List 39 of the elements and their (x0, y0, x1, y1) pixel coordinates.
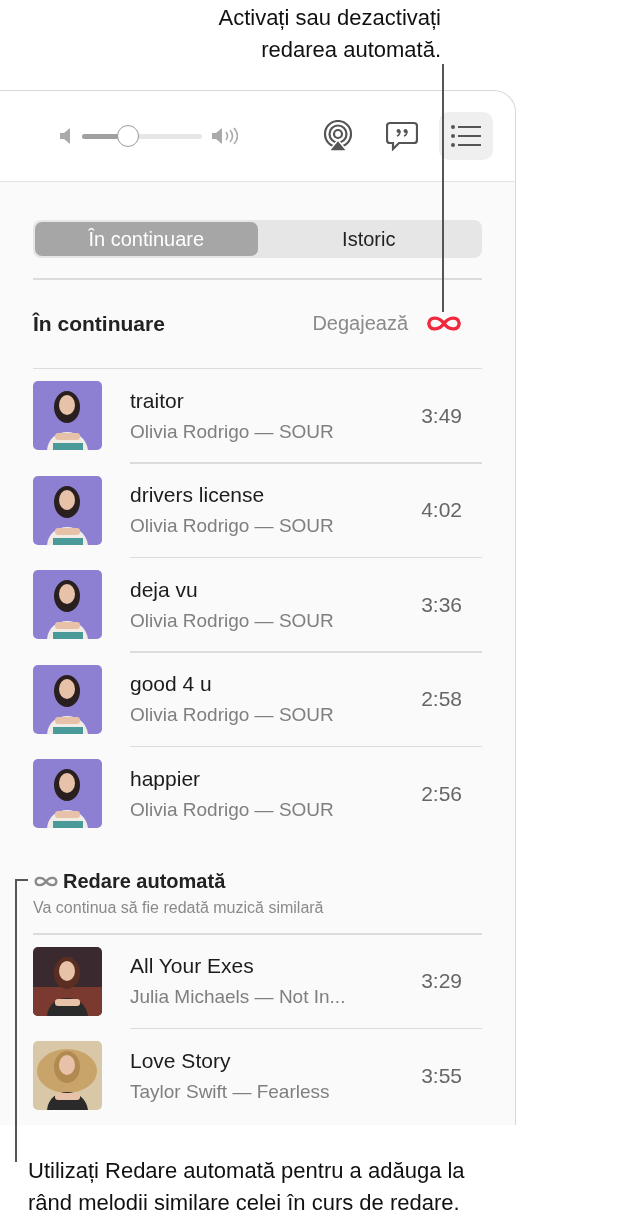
callout-text: Activați sau dezactivați redarea automată. (218, 4, 441, 64)
song-artist-album: Olivia Rodrigo — SOUR (130, 420, 335, 443)
song-duration: 3:55 (421, 1063, 462, 1088)
infinity-icon (33, 875, 59, 888)
song-artist-album: Julia Michaels — Not In... (130, 986, 347, 1008)
song-duration: 3:49 (421, 403, 462, 428)
song-artist-album: Taylor Swift — Fearless (130, 1080, 331, 1103)
song-duration: 3:36 (421, 592, 462, 617)
tab[interactable]: Istoric (257, 222, 480, 256)
speaker-high-icon (212, 127, 238, 145)
song-artist-album: Olivia Rodrigo — SOUR (130, 798, 335, 821)
speaker-low-icon (60, 128, 72, 144)
song-title: All Your Exes (130, 954, 255, 978)
song-title: drivers license (130, 483, 266, 507)
section-title: În continuare (33, 311, 166, 336)
infinity-icon (425, 314, 463, 333)
airplay-icon (322, 120, 354, 152)
list-icon (451, 125, 481, 147)
song-title: Love Story (130, 1048, 232, 1073)
song-duration: 3:29 (421, 969, 462, 993)
queue-button[interactable] (439, 112, 493, 160)
speech-bubble-icon (386, 121, 418, 151)
clear-button[interactable]: Degajează (312, 312, 408, 335)
song-title: good 4 u (130, 672, 213, 696)
section-subtitle: Va continua să fie redată muzică similară (33, 899, 325, 917)
song-title: deja vu (130, 577, 199, 602)
section-title: Redare automată (63, 870, 226, 893)
song-artist-album: Olivia Rodrigo — SOUR (130, 704, 335, 726)
song-title: traitor (130, 388, 185, 413)
volume-slider[interactable] (82, 125, 202, 147)
song-artist-album: Olivia Rodrigo — SOUR (130, 515, 335, 537)
song-duration: 2:58 (421, 687, 462, 711)
callout-text: Utilizați Redare automată pentru a adăuga la rând melodii similare celei în curs de redare. (27, 1157, 466, 1217)
song-title: happier (130, 766, 202, 791)
song-duration: 4:02 (421, 498, 462, 522)
song-duration: 2:56 (421, 781, 462, 806)
volume-thumb[interactable] (116, 124, 139, 147)
song-artist-album: Olivia Rodrigo — SOUR (130, 609, 335, 632)
tab[interactable]: În continuare (35, 222, 258, 256)
